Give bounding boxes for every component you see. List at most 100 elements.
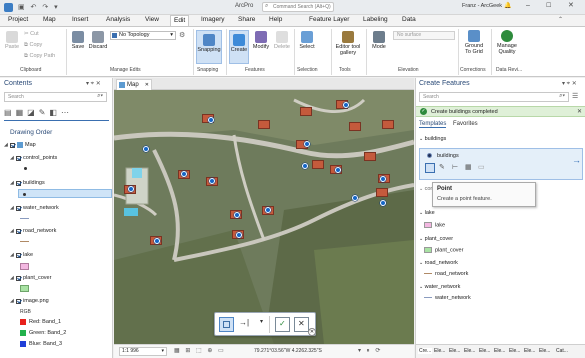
- layer-row-plant-cover[interactable]: ◢ plant_cover: [10, 273, 51, 283]
- arrow-right-icon[interactable]: →: [572, 155, 581, 165]
- group-header-plant-cover[interactable]: ⌄ plant_cover: [419, 236, 453, 242]
- template-plant-cover[interactable]: plant_cover: [424, 247, 463, 253]
- checkbox-plant-cover[interactable]: [16, 275, 21, 281]
- group-header-water-network[interactable]: ⌄ water_network: [419, 284, 460, 290]
- status-controls[interactable]: ▾ ⏸ ⟳: [358, 347, 382, 355]
- close-tab-icon[interactable]: ✕: [145, 80, 149, 90]
- building-point[interactable]: [343, 102, 349, 108]
- clear-sketch-button[interactable]: ✕: [294, 317, 309, 332]
- template-road-network[interactable]: road_network: [424, 271, 468, 277]
- pane-tab[interactable]: Ele...: [524, 348, 535, 354]
- map-tab[interactable]: Map ✕: [116, 79, 152, 90]
- menu-icon[interactable]: ☰: [572, 92, 578, 100]
- list-by-selection-icon[interactable]: ◪: [27, 108, 39, 117]
- pin-icon[interactable]: ▾ ⌖ ✕: [86, 80, 101, 88]
- tab-templates[interactable]: Templates: [419, 121, 447, 128]
- discard-button[interactable]: Discard: [88, 31, 108, 50]
- tab-insert[interactable]: Insert: [72, 16, 88, 23]
- maximize-icon[interactable]: ☐: [546, 2, 551, 9]
- tab-map[interactable]: Map: [43, 16, 56, 23]
- contents-search-input[interactable]: Search ⌕▾: [4, 92, 107, 102]
- layer-row-control-points[interactable]: ◢ control_points: [10, 153, 57, 163]
- list-by-source-icon[interactable]: ▦: [16, 108, 28, 117]
- tab-favorites[interactable]: Favorites: [453, 121, 478, 127]
- checkbox-lake[interactable]: [16, 252, 21, 258]
- pane-tab[interactable]: Ele...: [479, 348, 490, 354]
- layer-row-map[interactable]: ◢ Map: [4, 140, 36, 150]
- layer-row-lake[interactable]: ◢ lake: [10, 250, 33, 260]
- checkbox-buildings[interactable]: [16, 180, 21, 186]
- more-tools-icon[interactable]: ▭: [478, 163, 485, 171]
- map-canvas[interactable]: →| ▾ ✓ ✕ ✕: [114, 90, 414, 344]
- buildings-symbol-row[interactable]: [18, 189, 112, 198]
- pane-tab[interactable]: Ele...: [449, 348, 460, 354]
- tab-labeling[interactable]: Labeling: [363, 16, 388, 23]
- end-point-tool-icon[interactable]: ⊢: [452, 163, 458, 171]
- building-point[interactable]: [154, 238, 160, 244]
- building-point[interactable]: [352, 195, 358, 201]
- tab-data[interactable]: Data: [402, 16, 416, 23]
- group-header-road-network[interactable]: ⌄ road_network: [419, 260, 458, 266]
- editor-tool-gallery-button[interactable]: Editor tool gallery: [334, 31, 362, 56]
- building-point[interactable]: [234, 212, 240, 218]
- layer-row-road-network[interactable]: ◢ road_network: [10, 226, 56, 236]
- building-point[interactable]: [128, 186, 134, 192]
- pane-tab[interactable]: Ele...: [434, 348, 445, 354]
- tab-analysis[interactable]: Analysis: [106, 16, 130, 23]
- save-button[interactable]: Save: [70, 31, 86, 50]
- pane-tab[interactable]: Cat...: [556, 348, 568, 354]
- delete-button[interactable]: Delete: [273, 31, 291, 50]
- pencil-tool-icon[interactable]: ✎: [439, 163, 445, 171]
- scale-dropdown[interactable]: 1:1 996 ▾: [119, 347, 167, 356]
- checkbox-road-network[interactable]: [16, 228, 21, 234]
- building-point[interactable]: [181, 171, 187, 177]
- group-header-buildings[interactable]: ⌄ buildings: [419, 136, 446, 142]
- template-water-network[interactable]: water_network: [424, 295, 471, 301]
- cut-button[interactable]: ✂ Cut: [24, 31, 39, 37]
- checkbox-control-points[interactable]: [16, 155, 21, 161]
- pane-tab[interactable]: Ele...: [539, 348, 550, 354]
- ribbon-collapse-icon[interactable]: ⌃: [558, 16, 563, 23]
- close-icon[interactable]: ✕: [568, 1, 574, 9]
- template-lake[interactable]: lake: [424, 222, 445, 228]
- building-point[interactable]: [335, 167, 341, 173]
- building-point[interactable]: [265, 207, 271, 213]
- copy-path-button[interactable]: ⧉ Copy Path: [24, 53, 55, 60]
- tab-project[interactable]: Project: [8, 16, 28, 23]
- tab-edit[interactable]: Edit: [170, 15, 190, 26]
- tab-help[interactable]: Help: [269, 16, 282, 23]
- close-icon[interactable]: ✕: [577, 108, 582, 115]
- pane-tab[interactable]: Ele...: [464, 348, 475, 354]
- topology-dropdown[interactable]: No Topology ▾: [110, 31, 176, 40]
- layer-row-image[interactable]: ◢ image.png: [10, 296, 49, 306]
- chevron-down-icon[interactable]: ▾: [260, 318, 263, 325]
- checkbox-image[interactable]: [16, 298, 21, 304]
- list-by-editing-icon[interactable]: ✎: [39, 108, 50, 117]
- tab-share[interactable]: Share: [238, 16, 255, 23]
- pane-options-icon[interactable]: ▾ ⌖ ✕: [562, 80, 577, 88]
- pane-tab[interactable]: Ele...: [494, 348, 505, 354]
- close-toolbar-icon[interactable]: ✕: [308, 328, 316, 336]
- quick-access-toolbar[interactable]: ▣ ↶ ↷ ▾: [18, 3, 60, 11]
- tab-view[interactable]: View: [145, 16, 159, 23]
- contents-toolbar[interactable]: ▤▦◪✎◧⋯: [4, 108, 73, 117]
- grid-tool-icon[interactable]: ▦: [465, 163, 472, 171]
- checkbox-water-network[interactable]: [16, 205, 21, 211]
- more-options-icon[interactable]: ⋯: [61, 108, 73, 117]
- tab-imagery[interactable]: Imagery: [201, 16, 224, 23]
- copy-button[interactable]: ⧉ Copy: [24, 42, 42, 49]
- point-tool-button[interactable]: [219, 317, 234, 332]
- paste-button[interactable]: Paste: [4, 31, 20, 50]
- group-header-lake[interactable]: ⌄ lake: [419, 210, 435, 216]
- edit-options-gear-icon[interactable]: ⚙: [179, 31, 185, 39]
- list-by-drawing-order-icon[interactable]: ▤: [4, 108, 16, 117]
- building-point[interactable]: [304, 141, 310, 147]
- notification-icon[interactable]: 🔔: [504, 2, 511, 9]
- minimize-icon[interactable]: –: [526, 2, 530, 9]
- layer-row-water-network[interactable]: ◢ water_network: [10, 203, 59, 213]
- templates-search-input[interactable]: Search ⌕▾: [419, 92, 569, 102]
- layer-row-buildings[interactable]: ◢ buildings: [10, 178, 45, 188]
- building-point[interactable]: [380, 176, 386, 182]
- elevation-surface-dropdown[interactable]: No surface: [393, 31, 455, 40]
- list-by-snapping-icon[interactable]: ◧: [49, 108, 61, 117]
